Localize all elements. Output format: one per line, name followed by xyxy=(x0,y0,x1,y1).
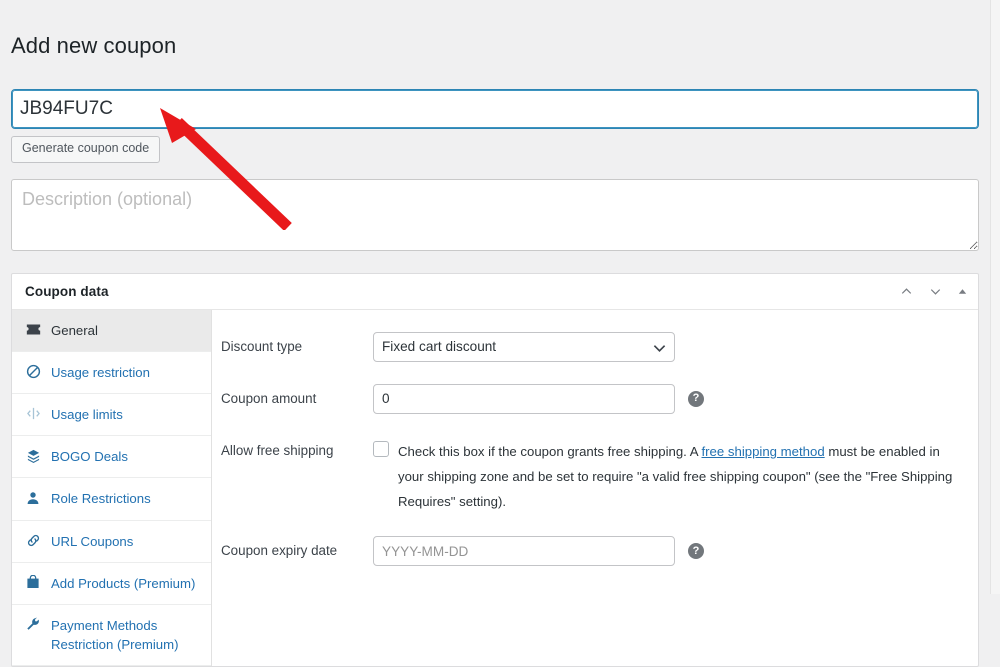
coupon-amount-row: Coupon amount ? xyxy=(221,384,962,414)
coupon-general-fields: Discount type Fixed cart discount xyxy=(212,310,978,666)
free-shipping-text-before: Check this box if the coupon grants free… xyxy=(398,444,702,459)
page-title: Add new coupon xyxy=(0,15,990,75)
tab-add-products-label: Add Products (Premium) xyxy=(51,574,203,593)
generate-coupon-code-button[interactable]: Generate coupon code xyxy=(11,136,160,163)
tab-general-label: General xyxy=(51,321,203,340)
discount-type-select[interactable]: Fixed cart discount xyxy=(373,332,675,362)
tab-payment-methods-restriction[interactable]: Payment Methods Restriction (Premium) xyxy=(12,605,211,666)
coupon-amount-label: Coupon amount xyxy=(221,384,373,409)
tab-usage-limits-label: Usage limits xyxy=(51,405,203,424)
usage-limits-icon xyxy=(25,405,41,422)
block-icon xyxy=(25,363,41,380)
tab-bogo-deals-label: BOGO Deals xyxy=(51,447,203,466)
tab-usage-restriction[interactable]: Usage restriction xyxy=(12,352,211,394)
allow-free-shipping-row: Allow free shipping Check this box if th… xyxy=(221,436,962,514)
tab-url-coupons-label: URL Coupons xyxy=(51,532,203,551)
allow-free-shipping-label: Allow free shipping xyxy=(221,436,373,461)
coupon-title-area: Generate coupon code xyxy=(0,89,990,251)
coupon-data-panel: Coupon data xyxy=(11,273,979,667)
coupon-expiry-date-row: Coupon expiry date ? xyxy=(221,536,962,566)
user-icon xyxy=(25,489,41,506)
coupon-expiry-date-input[interactable] xyxy=(373,536,675,566)
move-up-icon[interactable] xyxy=(899,284,914,299)
tab-role-restrictions-label: Role Restrictions xyxy=(51,489,203,508)
tab-role-restrictions[interactable]: Role Restrictions xyxy=(12,478,211,520)
page-scrollbar[interactable] xyxy=(990,0,1000,594)
ticket-icon xyxy=(25,321,41,338)
bag-icon xyxy=(25,574,41,591)
bogo-icon xyxy=(25,447,41,464)
link-icon xyxy=(25,532,41,549)
discount-type-row: Discount type Fixed cart discount xyxy=(221,332,962,362)
coupon-description-textarea[interactable] xyxy=(11,179,979,251)
coupon-amount-input[interactable] xyxy=(373,384,675,414)
coupon-code-input[interactable] xyxy=(11,89,979,129)
coupon-data-panel-header: Coupon data xyxy=(12,274,978,310)
coupon-data-title: Coupon data xyxy=(25,284,885,299)
tab-usage-restriction-label: Usage restriction xyxy=(51,363,203,382)
add-new-coupon-page: Add new coupon Generate coupon code Coup… xyxy=(0,0,990,594)
tab-url-coupons[interactable]: URL Coupons xyxy=(12,521,211,563)
coupon-data-tabs: General Usage restriction xyxy=(12,310,212,666)
tab-usage-limits[interactable]: Usage limits xyxy=(12,394,211,436)
allow-free-shipping-description: Check this box if the coupon grants free… xyxy=(398,439,962,514)
tab-general[interactable]: General xyxy=(12,310,211,352)
coupon-amount-help-icon[interactable]: ? xyxy=(688,391,704,407)
tab-add-products[interactable]: Add Products (Premium) xyxy=(12,563,211,605)
wrench-icon xyxy=(25,616,41,633)
move-down-icon[interactable] xyxy=(928,284,943,299)
coupon-expiry-date-label: Coupon expiry date xyxy=(221,536,373,561)
allow-free-shipping-checkbox[interactable] xyxy=(373,441,389,457)
coupon-data-body: General Usage restriction xyxy=(12,310,978,666)
discount-type-label: Discount type xyxy=(221,332,373,357)
coupon-expiry-date-help-icon[interactable]: ? xyxy=(688,543,704,559)
tab-bogo-deals[interactable]: BOGO Deals xyxy=(12,436,211,478)
tab-payment-methods-restriction-label: Payment Methods Restriction (Premium) xyxy=(51,616,203,654)
toggle-panel-icon[interactable] xyxy=(957,286,968,297)
free-shipping-method-link[interactable]: free shipping method xyxy=(702,444,825,459)
